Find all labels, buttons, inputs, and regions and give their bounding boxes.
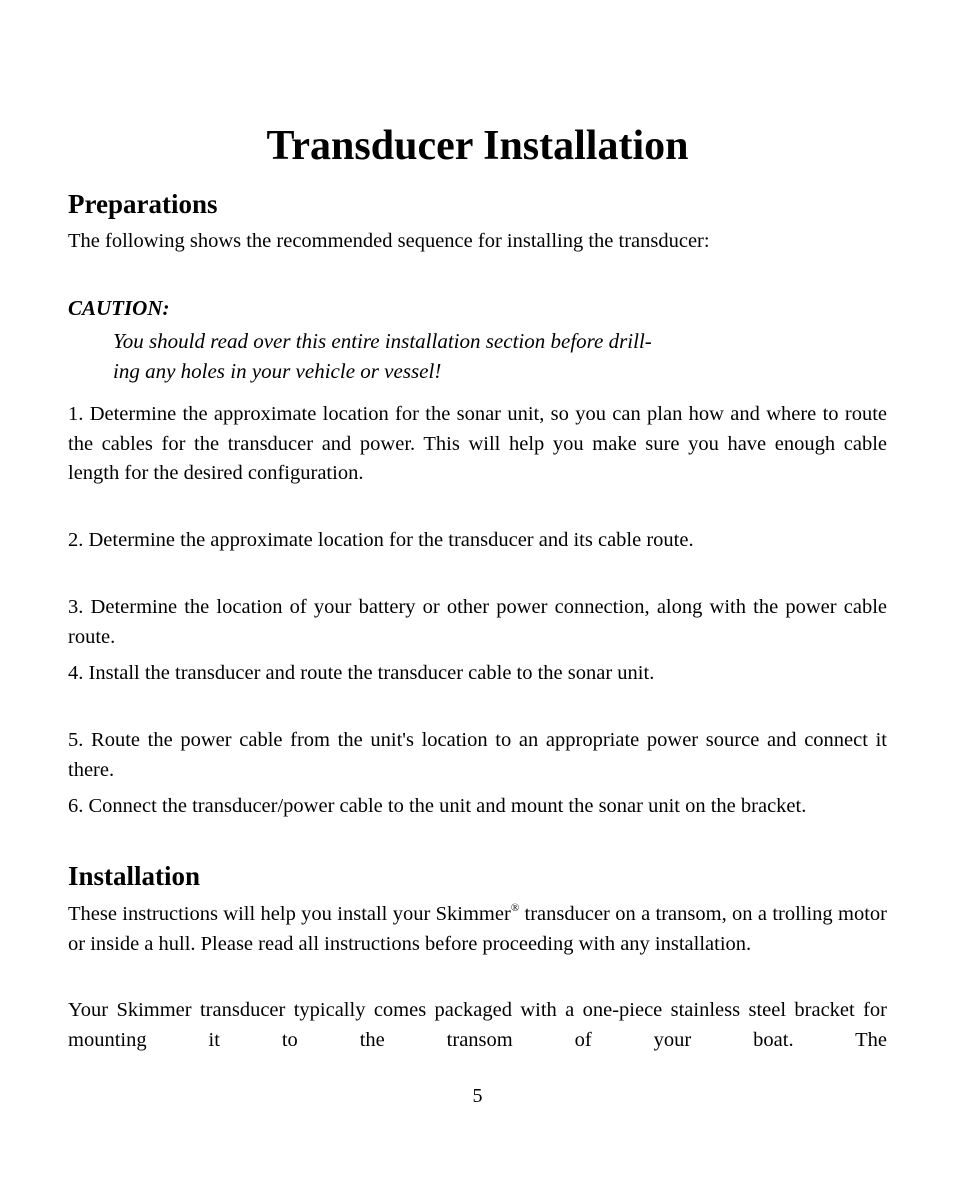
- step-4: 4. Install the transducer and route the …: [68, 662, 655, 684]
- installation-paragraph-1: These instructions will help you install…: [68, 900, 887, 959]
- section-heading-installation: Installation: [68, 861, 201, 891]
- paragraph-1-start: These instructions will help you install…: [68, 903, 511, 925]
- step-2: 2. Determine the approximate location fo…: [68, 529, 694, 551]
- caution-line-1: You should read over this entire install…: [113, 329, 652, 353]
- page-title: Transducer Installation: [266, 123, 689, 169]
- caution-line-2: ing any holes in your vehicle or vessel!: [113, 359, 442, 383]
- caution-text: You should read over this entire install…: [113, 326, 848, 386]
- page-number: 5: [472, 1085, 483, 1107]
- section-heading-preparations: Preparations: [68, 189, 218, 219]
- registered-mark: ®: [510, 902, 520, 914]
- caution-label: CAUTION:: [68, 296, 170, 320]
- step-3: 3. Determine the location of your batter…: [68, 596, 887, 648]
- step-5: 5. Route the power cable from the unit's…: [68, 729, 887, 781]
- step-6: 6. Connect the transducer/power cable to…: [68, 795, 807, 817]
- preparations-intro: The following shows the recommended sequ…: [68, 230, 710, 252]
- step-1: 1. Determine the approximate location fo…: [68, 403, 887, 484]
- installation-paragraph-2: Your Skimmer transducer typically comes …: [68, 999, 887, 1051]
